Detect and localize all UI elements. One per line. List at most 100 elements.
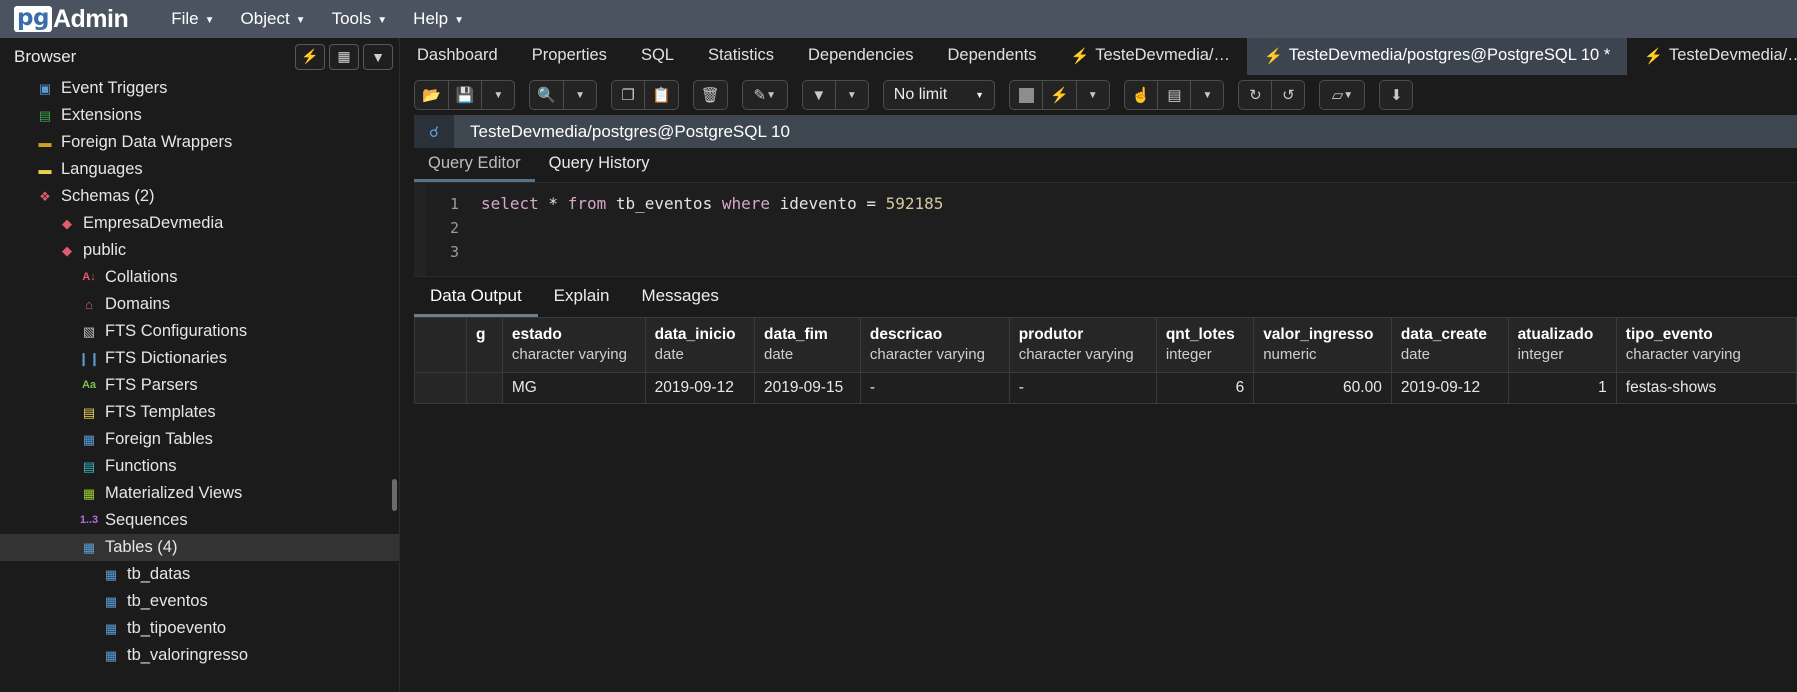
cell-qnt_lotes[interactable]: 6 <box>1155 372 1255 404</box>
tree-item-foreign-data-wrappers[interactable]: ▬ Foreign Data Wrappers <box>0 129 399 156</box>
column-header-produtor[interactable]: produtor character varying <box>1008 317 1157 373</box>
result-tab-messages[interactable]: Messages <box>625 277 734 317</box>
open-file-button[interactable]: 📂 <box>414 80 449 110</box>
tab-testedevmedia-postgres-postgresql-10[interactable]: ⚡ TesteDevmedia/postgres@PostgreSQL 10 * <box>1247 38 1628 75</box>
materialized-view-icon: ▦ <box>82 486 96 501</box>
result-tab-explain[interactable]: Explain <box>538 277 626 317</box>
find-options-button[interactable]: ▼ <box>563 80 598 110</box>
tree-item-event-triggers[interactable]: ▣ Event Triggers <box>0 75 399 102</box>
column-header-data_fim[interactable]: data_fim date <box>754 317 861 373</box>
tab-properties[interactable]: Properties <box>515 38 624 75</box>
data-output-grid[interactable]: g estado character varying data_inicio date… <box>414 317 1797 692</box>
delete-button[interactable]: 🗑 <box>692 80 728 110</box>
cell-data_inicio[interactable]: 2019-09-12 <box>644 372 756 404</box>
cell-blank[interactable] <box>414 372 467 404</box>
tab-testedevmedia[interactable]: ⚡ TesteDevmedia/… <box>1054 38 1248 75</box>
column-header-descricao[interactable]: descricao character varying <box>859 317 1010 373</box>
tree-item-materialized-views[interactable]: ▦ Materialized Views <box>0 480 399 507</box>
row-limit-select[interactable]: No limit ▼ <box>882 80 996 110</box>
column-header-g[interactable]: g <box>465 317 503 373</box>
cell-valor_ingresso[interactable]: 60.00 <box>1253 372 1392 404</box>
column-header-estado[interactable]: estado character varying <box>501 317 646 373</box>
tree-scrollbar[interactable] <box>392 479 397 511</box>
cell-g[interactable] <box>465 372 503 404</box>
tab-dependencies[interactable]: Dependencies <box>791 38 931 75</box>
tree-item-tb-datas[interactable]: ▦ tb_datas <box>0 561 399 588</box>
column-header-data_inicio[interactable]: data_inicio date <box>644 317 756 373</box>
tree-item-public[interactable]: ◆ public <box>0 237 399 264</box>
menu-help[interactable]: Help ▼ <box>400 3 477 35</box>
menu-file[interactable]: File ▼ <box>158 3 227 35</box>
save-options-button[interactable]: ▼ <box>481 80 516 110</box>
tree-item-domains[interactable]: ⌂ Domains <box>0 291 399 318</box>
cell-descricao[interactable]: - <box>859 372 1010 404</box>
download-button[interactable]: ⬇ <box>1379 80 1414 110</box>
tree-item-tb-tipoevento[interactable]: ▦ tb_tipoevento <box>0 615 399 642</box>
tree-item-tb-valoringresso[interactable]: ▦ tb_valoringresso <box>0 642 399 669</box>
filter-options-button[interactable]: ▼ <box>834 80 869 110</box>
filter-button[interactable]: ▼ <box>801 80 836 110</box>
cell-atualizado[interactable]: 1 <box>1507 372 1617 404</box>
tree-item-fts-parsers[interactable]: Aa FTS Parsers <box>0 372 399 399</box>
grid-icon[interactable]: ▦ <box>329 43 359 70</box>
sql-code-text[interactable]: select * from tb_eventos where idevento … <box>468 183 1797 276</box>
save-file-button[interactable]: 💾 <box>447 80 483 110</box>
execute-button[interactable]: ⚡ <box>1042 80 1077 110</box>
tree-item-foreign-tables[interactable]: ▦ Foreign Tables <box>0 426 399 453</box>
tree-item-tb-eventos[interactable]: ▦ tb_eventos <box>0 588 399 615</box>
paste-button[interactable]: 📋 <box>644 80 679 110</box>
query-tab-query-history[interactable]: Query History <box>535 148 664 182</box>
bolt-icon: ⚡ <box>1050 87 1069 104</box>
column-header-qnt_lotes[interactable]: qnt_lotes integer <box>1155 317 1255 373</box>
cell-tipo_evento[interactable]: festas-shows <box>1615 372 1797 404</box>
tree-item-sequences[interactable]: 1..3 Sequences <box>0 507 399 534</box>
column-header-atualizado[interactable]: atualizado integer <box>1507 317 1617 373</box>
explain-options-button[interactable]: ▼ <box>1190 80 1225 110</box>
filter-icon[interactable]: ▼ <box>363 43 393 70</box>
execute-options-button[interactable]: ▼ <box>1075 80 1110 110</box>
column-header-blank[interactable] <box>414 317 467 373</box>
logo-pg-mark: pg <box>14 6 52 32</box>
tree-item-fts-configurations[interactable]: ▧ FTS Configurations <box>0 318 399 345</box>
cell-produtor[interactable]: - <box>1008 372 1157 404</box>
menu-object[interactable]: Object ▼ <box>228 3 319 35</box>
column-name: g <box>475 326 486 343</box>
clear-button[interactable]: ▱ ▼ <box>1319 80 1366 110</box>
tab-dependents[interactable]: Dependents <box>931 38 1054 75</box>
cell-data_create[interactable]: 2019-09-12 <box>1390 372 1509 404</box>
tree-item-languages[interactable]: ▬ Languages <box>0 156 399 183</box>
commit-button[interactable]: ↻ <box>1238 80 1273 110</box>
explain-button[interactable]: ▤ <box>1157 80 1192 110</box>
object-tree[interactable]: ▣ Event Triggers ▤ Extensions ▬ Foreign Data … <box>0 75 399 692</box>
result-tab-data-output[interactable]: Data Output <box>414 277 538 317</box>
menu-tools[interactable]: Tools ▼ <box>319 3 401 35</box>
cell-data_fim[interactable]: 2019-09-15 <box>754 372 861 404</box>
tree-item-extensions[interactable]: ▤ Extensions <box>0 102 399 129</box>
tab-sql[interactable]: SQL <box>624 38 691 75</box>
tree-item-collations[interactable]: A↓ Collations <box>0 264 399 291</box>
column-header-tipo_evento[interactable]: tipo_evento character varying <box>1615 317 1797 373</box>
tree-item-fts-dictionaries[interactable]: ❙❙ FTS Dictionaries <box>0 345 399 372</box>
query-tab-query-editor[interactable]: Query Editor <box>414 148 535 182</box>
tree-item-functions[interactable]: ▤ Functions <box>0 453 399 480</box>
chevron-down-icon: ▼ <box>1202 89 1213 101</box>
tree-item-tables-4[interactable]: ▦ Tables (4) <box>0 534 399 561</box>
column-header-valor_ingresso[interactable]: valor_ingresso numeric <box>1253 317 1392 373</box>
stop-button[interactable] <box>1009 80 1044 110</box>
edit-button[interactable]: ✎ ▼ <box>741 80 788 110</box>
copy-button[interactable]: ❐ <box>611 80 646 110</box>
tab-testedevmedia[interactable]: ⚡ TesteDevmedia/… <box>1627 38 1797 75</box>
tree-item-schemas-2[interactable]: ❖ Schemas (2) <box>0 183 399 210</box>
tab-statistics[interactable]: Statistics <box>691 38 791 75</box>
table-row[interactable]: MG 2019-09-12 2019-09-15- -6 60.00 2019-09-12… <box>414 372 1797 404</box>
column-header-data_create[interactable]: data_create date <box>1390 317 1509 373</box>
rollback-button[interactable]: ↺ <box>1271 80 1306 110</box>
bolt-icon[interactable]: ⚡ <box>295 43 325 70</box>
cell-estado[interactable]: MG <box>501 372 646 404</box>
tab-dashboard[interactable]: Dashboard <box>400 38 515 75</box>
tree-item-empresadevmedia[interactable]: ◆ EmpresaDevmedia <box>0 210 399 237</box>
tree-item-fts-templates[interactable]: ▤ FTS Templates <box>0 399 399 426</box>
sql-editor[interactable]: 1 2 3 select * from tb_eventos where ideve… <box>414 183 1797 277</box>
find-button[interactable]: 🔍 <box>529 80 565 110</box>
macro-button[interactable]: ☝ <box>1123 80 1159 110</box>
